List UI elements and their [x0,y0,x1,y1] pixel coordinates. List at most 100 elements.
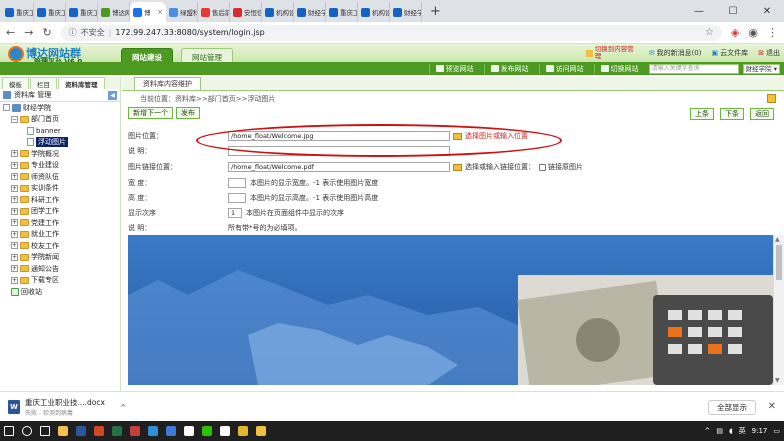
tree-item[interactable]: banner [3,125,120,137]
expand-icon[interactable]: + [11,276,18,284]
tree-item[interactable]: − 部门首页 [3,114,120,126]
expand-icon[interactable]: + [11,230,18,238]
tree-item[interactable]: + 学院新闻 [3,252,120,264]
task-view-icon[interactable] [36,421,54,441]
bookmark-star-icon[interactable]: ☆ [705,27,714,38]
browser-tab[interactable]: 博达网× [98,2,130,22]
word-icon[interactable] [72,421,90,441]
expand-icon[interactable]: + [11,184,18,192]
tree-item[interactable]: + 团学工作 [3,206,120,218]
back-icon[interactable]: ← [6,26,15,39]
info-icon[interactable]: ⓘ [69,27,77,38]
close-icon[interactable]: ✕ [768,401,776,412]
switch-site-button[interactable]: 切换网站 [593,63,645,74]
expand-icon[interactable]: + [11,173,18,181]
scrollbar-thumb[interactable] [776,245,782,280]
browser-tab[interactable]: 财经学× [390,2,422,22]
url-text[interactable]: 172.99.247.33:8080/system/login.jsp [115,28,264,37]
scroll-up-icon[interactable]: ▲ [775,236,780,243]
browser-tab[interactable]: 安恒信× [230,2,262,22]
excel-icon[interactable] [108,421,126,441]
app-icon[interactable] [216,421,234,441]
app-icon[interactable] [126,421,144,441]
publish-site-button[interactable]: 发布网站 [483,63,535,74]
notification-icon[interactable]: ▭ [773,427,780,435]
show-all-button[interactable]: 全部显示 [708,400,756,415]
browser-tab[interactable]: 机构设× [262,2,294,22]
extension-icon[interactable]: ◈ [731,26,739,39]
visit-site-button[interactable]: 访问网站 [538,63,590,74]
collapse-sidebar-icon[interactable]: ◀ [108,90,117,100]
sidebar-tab-library[interactable]: 资料库管理 [58,77,105,89]
powerpoint-icon[interactable] [90,421,108,441]
window-close-button[interactable]: ✕ [750,0,784,22]
tree-item[interactable]: + 通知公告 [3,263,120,275]
expand-icon[interactable]: + [11,253,18,261]
expand-icon[interactable]: + [11,150,18,158]
publish-button[interactable]: 发布 [176,107,200,119]
edge-icon[interactable] [144,421,162,441]
browser-tab[interactable]: 机构设× [358,2,390,22]
switch-site-link[interactable]: 切换到内容管理 [585,46,639,60]
site-search-input[interactable]: 请输入关键字查询 [648,63,739,74]
browser-tab[interactable]: 绿盟科× [166,2,198,22]
tree-item[interactable]: + 党建工作 [3,217,120,229]
browser-tab[interactable]: 重庆工× [326,2,358,22]
tree-item[interactable]: + 就业工作 [3,229,120,241]
explorer-icon[interactable] [54,421,72,441]
expand-icon[interactable]: + [11,207,18,215]
app-icon[interactable] [180,421,198,441]
tree-item[interactable]: 浮动图片 [3,137,120,149]
width-input[interactable] [228,178,246,188]
tree-item[interactable]: + 实训条件 [3,183,120,195]
tree-root[interactable]: 财经学院 [3,102,120,114]
next-button[interactable]: 下条 [720,108,744,120]
link-original-checkbox[interactable] [539,163,546,171]
browse-link-icon[interactable] [453,163,462,171]
scroll-down-icon[interactable]: ▼ [775,377,780,384]
network-icon[interactable]: ▤ [716,427,723,435]
volume-icon[interactable]: ◖ [729,427,733,435]
collapse-icon[interactable]: − [11,115,18,123]
expand-icon[interactable]: + [11,196,18,204]
link-input[interactable]: /home_float/Welcome.pdf [228,162,450,172]
browser-tab[interactable]: 重庆工× [66,2,98,22]
app-icon[interactable] [252,421,270,441]
wechat-icon[interactable] [198,421,216,441]
tree-item[interactable]: + 学院概况 [3,148,120,160]
menu-icon[interactable]: ⋮ [767,26,778,39]
browser-tab[interactable]: 售后前× [198,2,230,22]
order-input[interactable]: 1 [228,208,242,218]
preview-site-button[interactable]: 预览网站 [428,63,480,74]
collapse-icon[interactable] [3,104,10,112]
maximize-button[interactable]: ☐ [716,0,750,22]
url-omnibox[interactable]: ⓘ 不安全 | 172.99.247.33:8080/system/login.… [60,24,722,41]
browser-tab[interactable]: 重庆工× [2,2,34,22]
tree-item[interactable]: + 师资队伍 [3,171,120,183]
tree-item[interactable]: + 科研工作 [3,194,120,206]
expand-icon[interactable]: + [11,265,18,273]
preview-scrollbar[interactable]: ▲ ▼ [773,235,784,385]
app-icon[interactable] [162,421,180,441]
browser-tab[interactable]: 博 × [130,2,166,22]
tab-close-icon[interactable]: × [157,8,163,16]
tree-item-recycle[interactable]: 回收站 [3,286,120,298]
search-icon[interactable] [18,421,36,441]
reload-icon[interactable]: ↻ [42,26,51,39]
messages-link[interactable]: ✉ 我的新消息(0) [649,48,702,58]
prev-button[interactable]: 上条 [690,108,714,120]
tree-item[interactable]: + 下载专区 [3,275,120,287]
profile-icon[interactable]: ◉ [748,26,758,39]
forward-icon[interactable]: → [24,26,33,39]
expand-icon[interactable]: + [11,161,18,169]
tray-expand-icon[interactable]: ^ [704,427,710,435]
height-input[interactable] [228,193,246,203]
go-up-icon[interactable] [767,94,776,103]
new-next-button[interactable]: 新增下一个 [128,107,173,119]
new-tab-button[interactable]: + [430,4,441,19]
clock[interactable]: 9:17 [752,427,768,435]
chrome-icon[interactable] [234,421,252,441]
tree-item[interactable]: + 校友工作 [3,240,120,252]
tree-item[interactable]: + 专业建设 [3,160,120,172]
expand-icon[interactable]: + [11,242,18,250]
